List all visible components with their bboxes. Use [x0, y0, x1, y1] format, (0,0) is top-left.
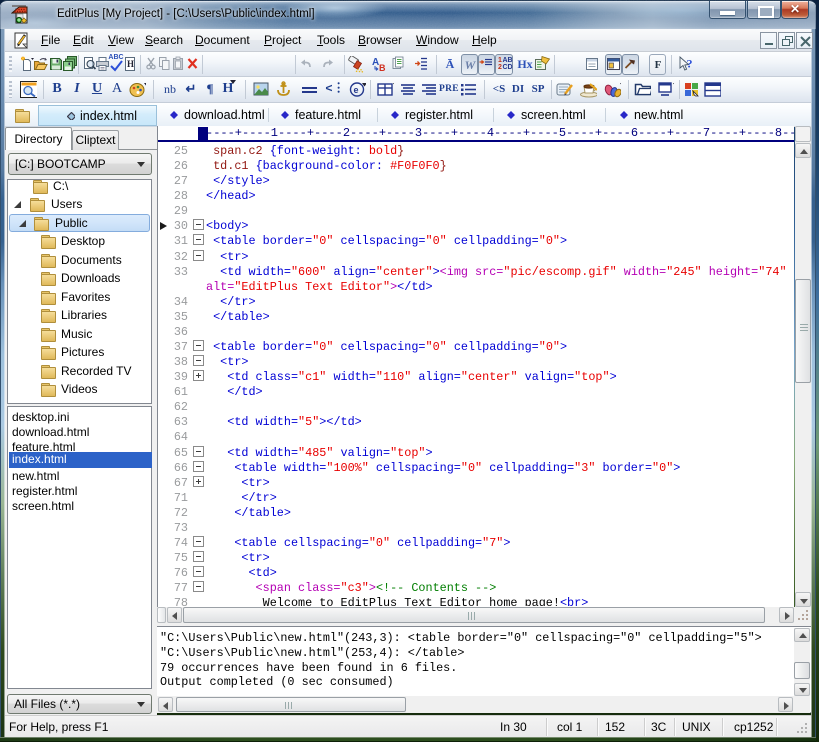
svg-text:e: e [354, 85, 359, 95]
svg-text:H: H [127, 59, 134, 69]
svg-text:B: B [379, 63, 386, 73]
svg-text:?: ? [687, 57, 693, 71]
